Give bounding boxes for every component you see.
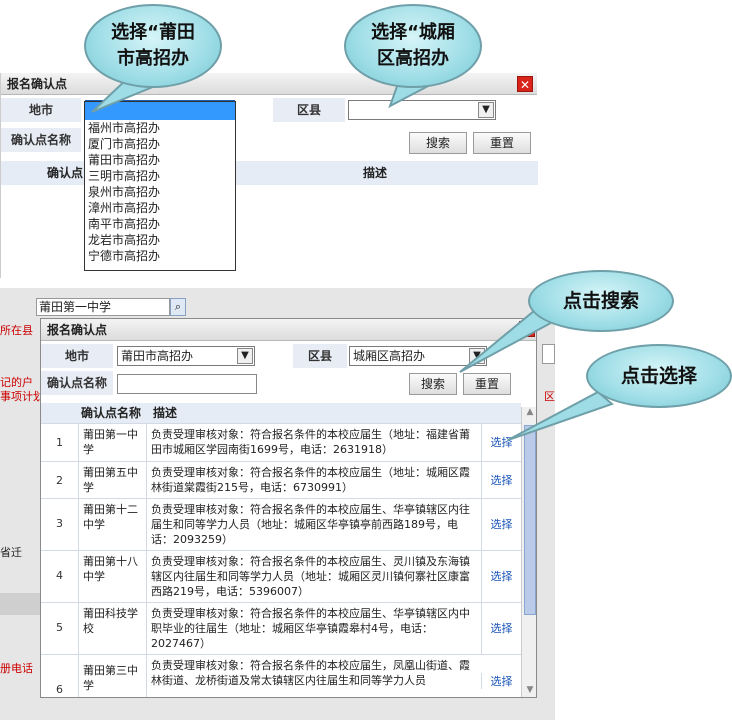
callout-click-search: 点击搜索 — [528, 270, 674, 332]
callout-select-city: 选择“莆田市高招办 — [84, 4, 222, 88]
callout-select-district: 选择“城厢区高招办 — [344, 4, 482, 88]
callout-click-select: 点击选择 — [586, 344, 732, 408]
callout-tail-select — [507, 390, 614, 441]
